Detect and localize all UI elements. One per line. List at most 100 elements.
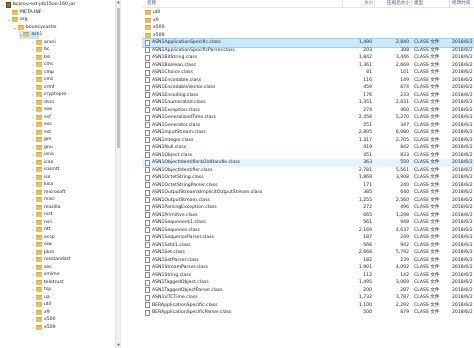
file-row[interactable]: ASN1ApplicationSpecific.class 1,490 2,840 C… xyxy=(142,38,474,48)
expand-arrow-icon[interactable]: › xyxy=(31,151,35,159)
expand-arrow-icon[interactable]: › xyxy=(31,189,35,197)
file-row[interactable]: ASN1Generator.class 251 347 CLASS 文件 2018/6/… xyxy=(142,122,474,130)
tree-item-nist[interactable]: › nist xyxy=(31,211,52,219)
tree-item-tsp[interactable]: › tsp xyxy=(31,286,51,294)
file-row[interactable]: ASN1Sequence$1.class 561 948 CLASS 文件 2018/6… xyxy=(142,219,474,227)
expand-arrow-icon[interactable]: › xyxy=(31,54,35,62)
expand-arrow-icon[interactable]: › xyxy=(31,106,35,114)
tree-item-x9[interactable]: › x9 xyxy=(31,309,50,317)
tree-item-sec[interactable]: › sec xyxy=(31,264,52,272)
tree-item-meta-inf[interactable]: META-INF xyxy=(7,9,41,17)
expand-arrow-icon[interactable]: › xyxy=(31,166,35,174)
expand-arrow-icon[interactable]: › xyxy=(31,114,35,122)
tree-item-icao[interactable]: › icao xyxy=(31,159,53,167)
tree-item-dvcs[interactable]: › dvcs xyxy=(31,99,55,107)
expand-arrow-icon[interactable]: › xyxy=(31,136,35,144)
file-row[interactable]: ASN1OutputStream$ImplicitOutputStream.cl… xyxy=(142,189,474,197)
tree-item-isismtt[interactable]: › isismtt xyxy=(31,166,59,174)
file-row[interactable]: ASN1Enumerated.class 1,351 2,831 CLASS 文件 20… xyxy=(142,99,474,107)
expand-arrow-icon[interactable]: › xyxy=(31,241,35,249)
expand-arrow-icon[interactable]: › xyxy=(31,316,35,324)
column-compressed[interactable]: 压缩后大小 xyxy=(387,0,410,8)
expand-arrow-icon[interactable]: › xyxy=(31,144,35,152)
tree-item-microsoft[interactable]: › microsoft xyxy=(31,189,65,197)
file-row[interactable]: ASN1TaggedObjectParser.class 200 287 CLASS … xyxy=(142,287,474,295)
file-row[interactable]: ASN1Set.class 2,668 5,792 CLASS 文件 2018/6/2 xyxy=(142,249,474,257)
file-row[interactable]: ASN1UTCTime.class 1,732 3,787 CLASS 文件 2018/… xyxy=(142,294,474,302)
expand-arrow-icon[interactable]: › xyxy=(31,249,35,257)
expand-arrow-icon[interactable]: › xyxy=(31,129,35,137)
expand-arrow-icon[interactable]: › xyxy=(31,301,35,309)
file-row[interactable]: ASN1SequenceParser.class 187 249 CLASS 文件 20… xyxy=(142,234,474,242)
expand-arrow-icon[interactable]: › xyxy=(31,76,35,84)
file-row[interactable]: ASN1StreamParser.class 1,901 4,092 CLASS 文件… xyxy=(142,264,474,272)
file-row[interactable]: ASN1OutputStream.class 1,255 2,560 CLASS 文件… xyxy=(142,197,474,205)
expand-arrow-icon[interactable]: › xyxy=(31,219,35,227)
file-row[interactable]: ASN1String.class 112 142 CLASS 文件 2018/6/2 xyxy=(142,272,474,280)
tree-item-ocsp[interactable]: › ocsp xyxy=(31,234,55,242)
collapse-arrow-icon[interactable]: ⌄ xyxy=(19,31,22,39)
file-row[interactable]: ASN1TaggedObject.class 1,495 3,069 CLASS 文件… xyxy=(142,279,474,287)
file-row[interactable]: ASN1Integer.class 1,317 2,705 CLASS 文件 2018/… xyxy=(142,137,474,145)
tree-item-cmp[interactable]: › cmp xyxy=(31,69,54,77)
tree-item-org[interactable]: ⌄ org xyxy=(7,16,28,24)
file-row[interactable]: ASN1InputStream.class 2,805 6,080 CLASS 文件 2… xyxy=(142,129,474,137)
column-modified[interactable]: 修改时间 xyxy=(452,0,470,8)
file-row[interactable]: ASN1BitString.class 1,842 3,446 CLASS 文件 201… xyxy=(142,54,474,62)
collapse-arrow-icon[interactable]: ⌄ xyxy=(7,16,11,24)
expand-arrow-icon[interactable]: › xyxy=(31,271,35,279)
folder-row[interactable]: util xyxy=(142,9,474,17)
tree-item-teletrust[interactable]: › teletrust xyxy=(31,279,64,287)
tree-item-ntt[interactable]: › ntt xyxy=(31,226,51,234)
expand-arrow-icon[interactable]: › xyxy=(31,99,35,107)
tree-item-rosstandart[interactable]: › rosstandart xyxy=(31,256,70,264)
expand-arrow-icon[interactable]: › xyxy=(31,234,35,242)
expand-arrow-icon[interactable]: › xyxy=(31,279,35,287)
tree-item-ess[interactable]: › ess xyxy=(31,121,52,129)
tree-item-bc[interactable]: › bc xyxy=(31,46,49,54)
file-row[interactable]: ASN1Null.class 419 842 CLASS 文件 2018/6/2 xyxy=(142,144,474,152)
file-row[interactable]: ASN1SetParser.class 182 239 CLASS 文件 2018/6/… xyxy=(142,257,474,265)
tree-item-anssi[interactable]: › anssi xyxy=(31,39,56,47)
expand-arrow-icon[interactable]: › xyxy=(31,324,35,332)
tree-item-cryptopro[interactable]: › cryptopro xyxy=(31,91,66,99)
tree-item-eac[interactable]: › eac xyxy=(31,106,52,114)
file-row[interactable]: ASN1Encodable.class 116 149 CLASS 文件 2018/6/… xyxy=(142,77,474,85)
tree-item-esf[interactable]: › esf xyxy=(31,114,51,122)
column-name[interactable]: 名称 xyxy=(147,0,156,8)
expand-arrow-icon[interactable]: › xyxy=(31,196,35,204)
file-list[interactable]: 名称 大小 压缩后大小 类型 修改时间 util x9 x500 x509 ASN1Ap… xyxy=(142,0,474,348)
pane-splitter[interactable] xyxy=(120,0,142,348)
expand-arrow-icon[interactable]: › xyxy=(31,61,35,69)
file-row[interactable]: ASN1Primitive.class 665 1,298 CLASS 文件 2018/… xyxy=(142,212,474,220)
expand-arrow-icon[interactable]: › xyxy=(31,204,35,212)
tree-item-ua[interactable]: › ua xyxy=(31,294,50,302)
file-row[interactable]: ASN1Choice.class 81 101 CLASS 文件 2018/6/2 xyxy=(142,69,474,77)
folder-row[interactable]: x9 xyxy=(142,17,474,25)
file-row[interactable]: ASN1OctetString.class 1,869 3,908 CLASS 文件 2… xyxy=(142,174,474,182)
expand-arrow-icon[interactable]: › xyxy=(31,286,35,294)
folder-row[interactable]: x500 xyxy=(142,24,474,32)
tree-item-iana[interactable]: › iana xyxy=(31,151,54,159)
column-type[interactable]: 类型 xyxy=(414,0,423,8)
expand-arrow-icon[interactable]: › xyxy=(31,159,35,167)
expand-arrow-icon[interactable]: › xyxy=(31,264,35,272)
tree-item-est[interactable]: › est xyxy=(31,129,51,137)
file-row[interactable]: ASN1ApplicationSpecificParser.class 203 30… xyxy=(142,47,474,55)
folder-row[interactable]: x509 xyxy=(142,32,474,40)
file-row[interactable]: ASN1EncodableVector.class 459 874 CLASS 文件 2… xyxy=(142,84,474,92)
expand-arrow-icon[interactable]: › xyxy=(31,69,35,77)
tree-item-iso[interactable]: › iso xyxy=(31,174,50,182)
file-row[interactable]: ASN1Exception.class 274 460 CLASS 文件 2018/6/… xyxy=(142,107,474,115)
collapse-arrow-icon[interactable]: ⌄ xyxy=(13,24,17,32)
expand-arrow-icon[interactable]: › xyxy=(31,39,35,47)
collapse-arrow-icon[interactable]: ⌄ xyxy=(1,1,5,9)
tree-item-oiw[interactable]: › oiw xyxy=(31,241,52,249)
tree-item-gnu[interactable]: › gnu xyxy=(31,144,53,152)
file-row[interactable]: ASN1ObjectIdentifier.class 2,781 5,561 CLAS… xyxy=(142,167,474,175)
file-row[interactable]: BERApplicationSpecificParser.class 500 879… xyxy=(142,309,474,317)
column-size[interactable]: 大小 xyxy=(364,0,373,8)
tree-item-bsi[interactable]: › bsi xyxy=(31,54,51,62)
tree-item-misc[interactable]: › misc xyxy=(31,196,55,204)
expand-arrow-icon[interactable]: › xyxy=(31,211,35,219)
